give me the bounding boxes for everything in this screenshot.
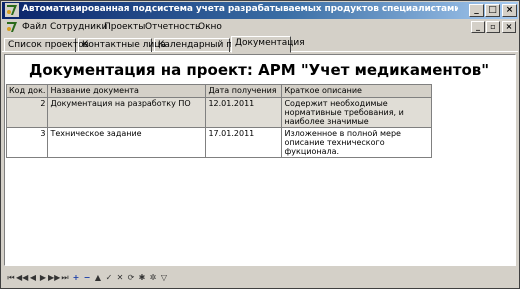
menu-file[interactable]: Файл — [22, 22, 47, 32]
cell-code[interactable]: 3 — [5, 127, 49, 158]
cell-description[interactable]: Изложенное в полной мере описание технич… — [281, 127, 433, 158]
prev-page-icon[interactable]: ◀◀ — [16, 272, 28, 284]
table-header-row: Код док. Название документа Дата получен… — [5, 84, 433, 98]
menu-window[interactable]: Окно — [198, 22, 222, 32]
window-title: Автоматизированная подсистема учета разр… — [22, 4, 458, 14]
minimize-button[interactable]: _ — [469, 4, 484, 17]
delete-icon[interactable]: − — [82, 272, 92, 284]
document-system-icon[interactable] — [5, 20, 19, 34]
edit-icon[interactable]: ▲ — [93, 272, 103, 284]
column-header-code[interactable]: Код док. — [5, 84, 49, 98]
tab-contacts[interactable]: Контактные лица — [78, 38, 166, 52]
next-icon[interactable]: ▶ — [38, 272, 48, 284]
apply-updates-icon[interactable]: ✱ — [137, 272, 147, 284]
menu-employees[interactable]: Сотрудники — [50, 22, 107, 32]
documents-table[interactable]: Код док. Название документа Дата получен… — [5, 84, 433, 158]
cell-code[interactable]: 2 — [5, 97, 49, 128]
mdi-restore-button[interactable]: ▫ — [486, 21, 500, 33]
tab-strip: Список проектов Контактные лица Календар… — [2, 36, 518, 53]
prev-icon[interactable]: ◀ — [28, 272, 38, 284]
page-title: Документация на проект: АРМ "Учет медика… — [29, 61, 490, 79]
column-header-title[interactable]: Название документа — [47, 84, 207, 98]
tab-project-list[interactable]: Список проектов — [4, 38, 89, 52]
db-navigator: ⏮ ◀◀ ◀ ▶ ▶▶ ⏭ + − ▲ ✓ ✕ ⟳ ✱ ✲ ▽ — [2, 269, 518, 288]
tab-documentation[interactable]: Документация — [231, 36, 305, 53]
menu-reports[interactable]: Отчетность — [145, 22, 200, 32]
title-bar[interactable]: Автоматизированная подсистема учета разр… — [2, 2, 518, 19]
cell-date[interactable]: 17.01.2011 — [205, 127, 283, 158]
app-logo-icon — [5, 3, 19, 17]
cancel-updates-icon[interactable]: ✲ — [148, 272, 158, 284]
insert-icon[interactable]: + — [71, 272, 81, 284]
cell-description[interactable]: Содержит необходимые нормативные требова… — [281, 97, 433, 128]
mdi-close-button[interactable]: × — [502, 21, 516, 33]
menu-bar: Файл Сотрудники Проекты Отчетность Окно … — [2, 19, 518, 36]
filter-icon[interactable]: ▽ — [159, 272, 169, 284]
refresh-icon[interactable]: ⟳ — [126, 272, 136, 284]
column-header-description[interactable]: Краткое описание — [281, 84, 433, 98]
column-header-date[interactable]: Дата получения — [205, 84, 283, 98]
table-row[interactable]: 3 Техническое задание 17.01.2011 Изложен… — [5, 127, 433, 158]
first-icon[interactable]: ⏮ — [6, 272, 16, 284]
post-icon[interactable]: ✓ — [104, 272, 114, 284]
close-button[interactable]: × — [502, 4, 517, 17]
cell-title[interactable]: Документация на разработку ПО — [47, 97, 207, 128]
tab-calendar-plan[interactable]: Календарный план — [154, 38, 249, 52]
next-page-icon[interactable]: ▶▶ — [48, 272, 60, 284]
table-row[interactable]: 2 Документация на разработку ПО 12.01.20… — [5, 97, 433, 128]
cell-title[interactable]: Техническое задание — [47, 127, 207, 158]
menu-projects[interactable]: Проекты — [104, 22, 145, 32]
content-panel: Документация на проект: АРМ "Учет медика… — [4, 54, 516, 266]
cancel-icon[interactable]: ✕ — [115, 272, 125, 284]
maximize-button[interactable]: □ — [485, 4, 500, 17]
mdi-minimize-button[interactable]: _ — [471, 21, 485, 33]
cell-date[interactable]: 12.01.2011 — [205, 97, 283, 128]
app-window: Автоматизированная подсистема учета разр… — [0, 0, 520, 289]
last-icon[interactable]: ⏭ — [60, 272, 70, 284]
